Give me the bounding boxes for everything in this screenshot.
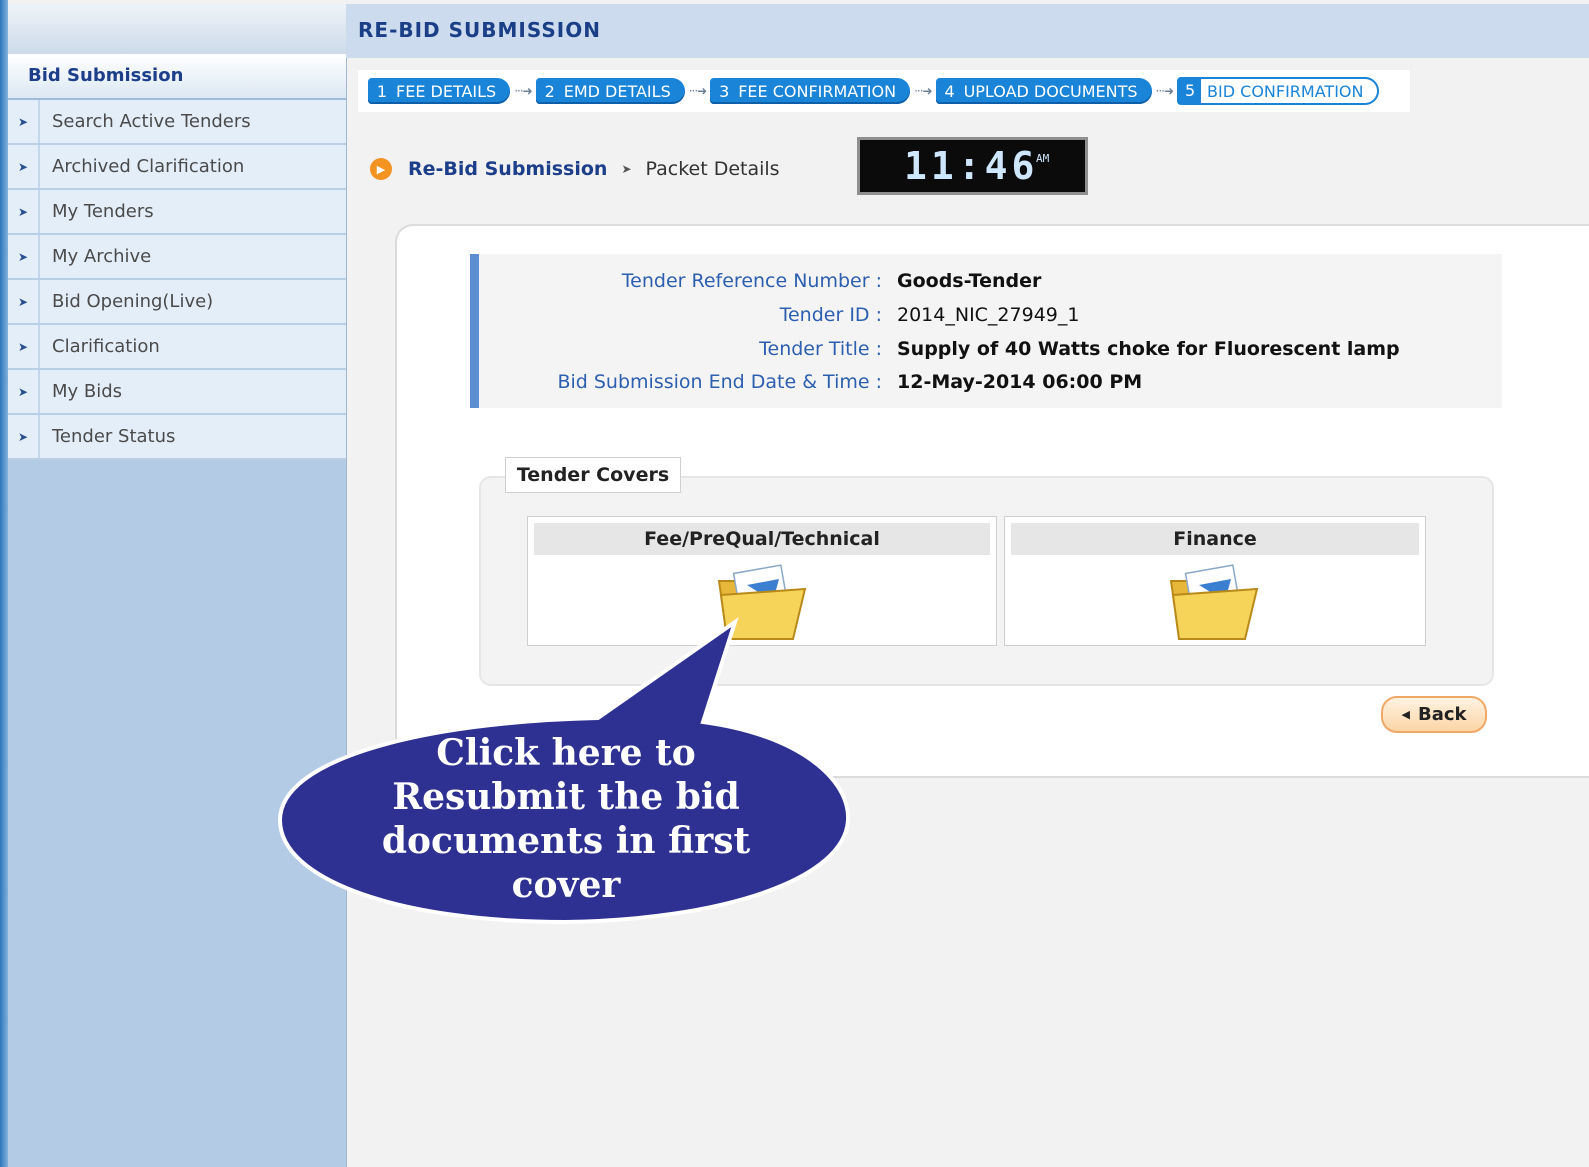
callout-text: Click here to Resubmit the bid documents… [320,731,812,907]
sidebar-item-search-active-tenders[interactable]: ➤ Search Active Tenders [8,100,346,145]
cover-fee-prequal-technical[interactable]: Fee/PreQual/Technical [527,516,997,646]
step-connector-arrow-icon: ···➜ [688,84,707,98]
open-folder-icon[interactable] [1165,563,1263,643]
sidebar-item-label: Bid Opening(Live) [52,291,214,312]
back-button-label: Back [1417,704,1467,725]
tender-id-label: Tender ID : [779,304,882,326]
cover-finance[interactable]: Finance [1004,516,1426,646]
tender-end-date-row: Bid Submission End Date & Time : 12-May-… [479,371,1502,401]
sidebar-item-clarification[interactable]: ➤ Clarification [8,325,346,370]
callout-line: cover [511,864,621,906]
breadcrumb-current[interactable]: Re-Bid Submission [408,158,607,180]
breadcrumb-sub: Packet Details [645,158,780,180]
arrow-right-icon: ➤ [8,325,40,368]
tender-id-row: Tender ID : 2014_NIC_27949_1 [479,304,1502,334]
sidebar-top [8,4,346,54]
tender-info-box: Tender Reference Number : Goods-Tender T… [470,254,1502,408]
tender-title-value: Supply of 40 Watts choke for Fluorescent… [897,338,1400,360]
sidebar-item-label: My Archive [52,246,152,267]
page-title: RE-BID SUBMISSION [358,18,601,42]
step-upload-documents: 4 UPLOAD DOCUMENTS [935,78,1152,104]
sidebar-item-label: Search Active Tenders [52,111,251,132]
tender-title-row: Tender Title : Supply of 40 Watts choke … [479,338,1502,368]
arrow-right-icon: ➤ [8,280,40,323]
cover-title: Fee/PreQual/Technical [534,523,990,555]
sidebar-item-label: Tender Status [52,426,176,447]
open-folder-icon[interactable] [713,563,811,643]
tender-covers-legend: Tender Covers [505,457,681,493]
step-label: EMD DETAILS [563,81,671,101]
sidebar-item-label: Archived Clarification [52,156,245,177]
tender-ref-row: Tender Reference Number : Goods-Tender [479,270,1502,300]
caret-left-icon: ◀ [1401,708,1410,721]
breadcrumb: ▶ Re-Bid Submission ➤ Packet Details [370,158,780,180]
sidebar-item-label: My Tenders [52,201,154,222]
arrow-right-icon: ➤ [8,235,40,278]
tender-end-date-label: Bid Submission End Date & Time : [557,371,882,393]
tender-ref-label: Tender Reference Number : [621,270,882,292]
step-label: FEE DETAILS [396,81,497,101]
back-button[interactable]: ◀ Back [1381,696,1487,733]
step-emd-details: 2 EMD DETAILS [535,78,685,104]
sidebar-item-label: My Bids [52,381,123,402]
step-number: 4 [944,81,955,101]
page-header: RE-BID SUBMISSION [346,4,1589,58]
step-number: 1 [376,81,388,101]
step-connector-arrow-icon: ···➜ [514,84,532,98]
sidebar-item-archived-clarification[interactable]: ➤ Archived Clarification [8,145,346,190]
sidebar-item-my-archive[interactable]: ➤ My Archive [8,235,346,280]
step-connector-arrow-icon: ···➜ [914,84,932,98]
sidebar: Bid Submission ➤ Search Active Tenders ➤… [8,4,347,1167]
step-label: FEE CONFIRMATION [738,81,897,101]
tender-end-date-value: 12-May-2014 06:00 PM [897,371,1143,393]
callout-line: Click here to [436,732,696,774]
sidebar-item-my-bids[interactable]: ➤ My Bids [8,370,346,415]
sidebar-title: Bid Submission [8,54,346,100]
arrow-right-icon: ➤ [8,145,40,188]
digital-clock: 11:46 AM [857,137,1088,195]
arrow-right-icon: ➤ [8,370,40,413]
step-number: 2 [544,81,555,101]
step-number: 3 [719,81,730,101]
callout-line: Resubmit the bid [392,776,740,818]
tender-id-value: 2014_NIC_27949_1 [897,304,1080,326]
play-bullet-icon: ▶ [370,158,392,180]
breadcrumb-separator-icon: ➤ [621,162,632,176]
left-edge-decoration [0,0,8,1167]
sidebar-item-label: Clarification [52,336,160,357]
step-label: BID CONFIRMATION [1207,81,1364,101]
arrow-right-icon: ➤ [8,100,40,143]
arrow-right-icon: ➤ [8,415,40,458]
step-fee-details: 1 FEE DETAILS [368,78,511,104]
step-connector-arrow-icon: ···➜ [1155,84,1174,98]
step-fee-confirmation: 3 FEE CONFIRMATION [710,78,911,104]
cover-title: Finance [1011,523,1419,555]
step-label: UPLOAD DOCUMENTS [963,81,1138,101]
tender-ref-value: Goods-Tender [897,270,1042,292]
step-bid-confirmation: 5 BID CONFIRMATION [1177,77,1380,105]
progress-steps: 1 FEE DETAILS ···➜ 2 EMD DETAILS ···➜ 3 … [358,70,1410,112]
step-number: 5 [1179,79,1202,103]
clock-ampm: AM [1036,152,1050,165]
sidebar-item-tender-status[interactable]: ➤ Tender Status [8,415,346,460]
sidebar-item-bid-opening-live[interactable]: ➤ Bid Opening(Live) [8,280,346,325]
arrow-right-icon: ➤ [8,190,40,233]
tender-title-label: Tender Title : [759,338,882,360]
clock-time: 11:46 [904,144,1039,188]
callout-line: documents in first [381,820,751,862]
sidebar-item-my-tenders[interactable]: ➤ My Tenders [8,190,346,235]
